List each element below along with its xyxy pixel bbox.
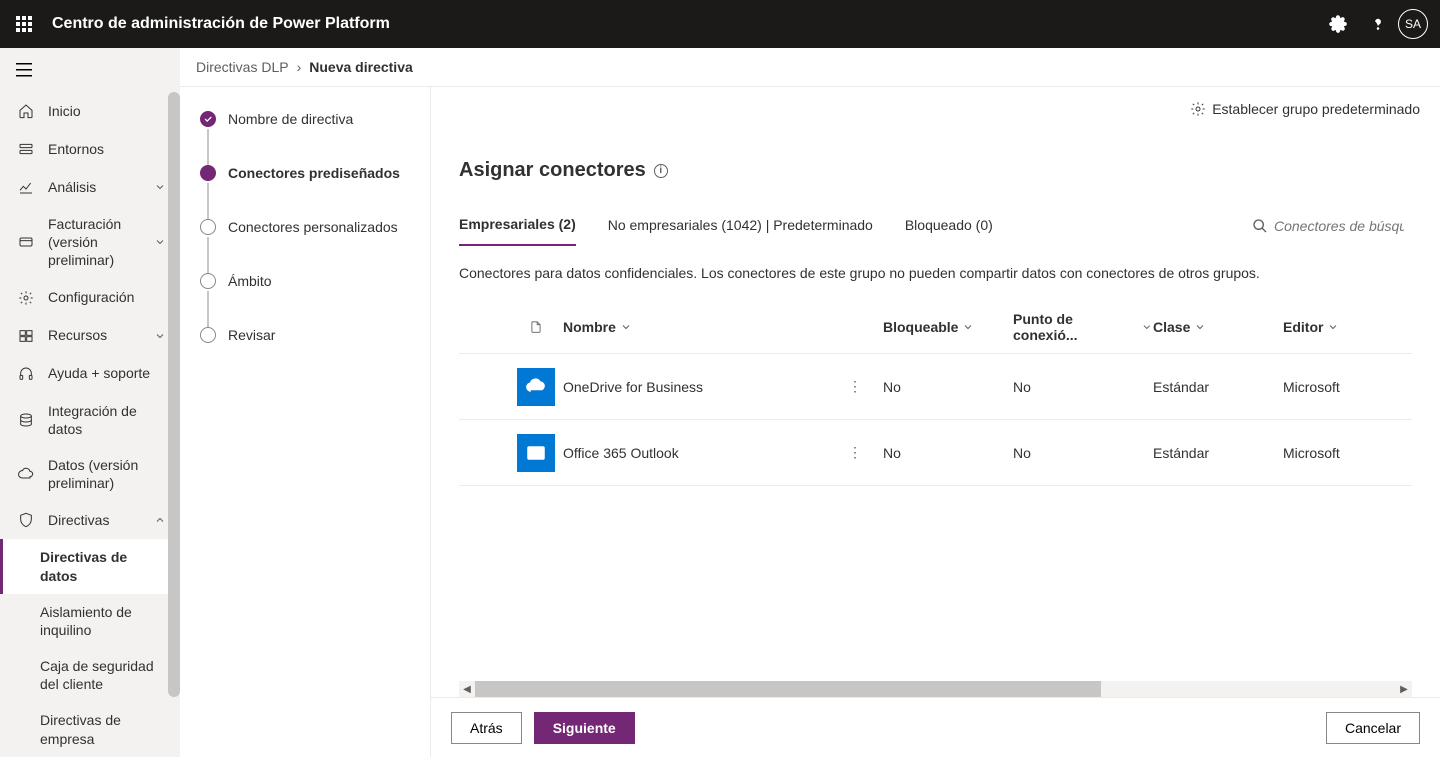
step-conectores-predisenados[interactable]: Conectores prediseñados <box>200 165 414 219</box>
back-button[interactable]: Atrás <box>451 712 522 744</box>
nav-directivas-empresa[interactable]: Directivas de empresa <box>0 702 180 756</box>
scroll-left-icon[interactable]: ◀ <box>459 681 475 697</box>
col-punto-conexion[interactable]: Punto de conexió... <box>1013 311 1153 343</box>
billing-icon <box>16 232 36 252</box>
nav-aislamiento[interactable]: Aislamiento de inquilino <box>0 594 180 648</box>
nav-directivas[interactable]: Directivas <box>0 501 180 539</box>
tab-bloqueado[interactable]: Bloqueado (0) <box>905 207 993 245</box>
search-icon <box>1252 218 1268 234</box>
nav-label: Recursos <box>48 326 154 344</box>
nav-label: Ayuda + soporte <box>48 364 168 382</box>
nav-label: Directivas <box>48 511 154 529</box>
onedrive-icon <box>517 368 555 406</box>
tab-description: Conectores para datos confidenciales. Lo… <box>459 265 1412 281</box>
nav-label: Aislamiento de inquilino <box>40 603 168 639</box>
main: Directivas DLP › Nueva directiva Nombre … <box>180 48 1440 757</box>
outlook-icon <box>517 434 555 472</box>
breadcrumb: Directivas DLP › Nueva directiva <box>180 48 1440 86</box>
nav-label: Directivas de empresa <box>40 711 168 747</box>
next-button[interactable]: Siguiente <box>534 712 635 744</box>
nav-recursos[interactable]: Recursos <box>0 317 180 355</box>
set-default-group-button[interactable]: Establecer grupo predeterminado <box>1190 101 1420 117</box>
page-title: Asignar conectores i <box>459 159 1412 182</box>
chevron-up-icon <box>154 513 168 527</box>
table-row[interactable]: Office 365 Outlook ⋮ No No Estándar Micr… <box>459 420 1412 486</box>
nav-inicio[interactable]: Inicio <box>0 92 180 130</box>
nav-label: Entornos <box>48 140 168 158</box>
nav-entornos[interactable]: Entornos <box>0 130 180 168</box>
breadcrumb-separator: › <box>297 59 302 75</box>
search-box[interactable] <box>1252 218 1412 235</box>
sidebar-scrollbar[interactable] <box>168 92 180 712</box>
nav-directivas-datos[interactable]: Directivas de datos <box>0 539 180 593</box>
home-icon <box>16 101 36 121</box>
gear-icon <box>1190 101 1206 117</box>
nav-label: Directivas de datos <box>40 548 168 584</box>
environments-icon <box>16 139 36 159</box>
shield-icon <box>16 510 36 530</box>
nav-facturacion[interactable]: Facturación (versión preliminar) <box>0 206 180 279</box>
breadcrumb-parent[interactable]: Directivas DLP <box>196 59 289 75</box>
toolbar: Establecer grupo predeterminado <box>431 87 1440 131</box>
tabs: Empresariales (2) No empresariales (1042… <box>459 206 1412 247</box>
resources-icon <box>16 326 36 346</box>
nav-label: Integración de datos <box>48 402 168 438</box>
nav-label: Configuración <box>48 288 168 306</box>
headset-icon <box>16 364 36 384</box>
nav-label: Datos (versión preliminar) <box>48 456 168 492</box>
data-icon <box>16 410 36 430</box>
settings-icon[interactable] <box>1318 4 1358 44</box>
stepper: Nombre de directiva Conectores prediseña… <box>180 87 430 757</box>
gear-icon <box>16 288 36 308</box>
step-conectores-personalizados[interactable]: Conectores personalizados <box>200 219 414 273</box>
col-nombre[interactable]: Nombre <box>563 319 843 335</box>
chevron-down-icon <box>154 235 168 249</box>
col-editor[interactable]: Editor <box>1283 319 1403 335</box>
search-input[interactable] <box>1274 218 1404 234</box>
col-bloqueable[interactable]: Bloqueable <box>883 319 1013 335</box>
nav-integracion[interactable]: Integración de datos <box>0 393 180 447</box>
chevron-down-icon <box>154 329 168 343</box>
tab-empresariales[interactable]: Empresariales (2) <box>459 206 576 246</box>
scroll-right-icon[interactable]: ▶ <box>1396 681 1412 697</box>
cancel-button[interactable]: Cancelar <box>1326 712 1420 744</box>
row-menu-icon[interactable]: ⋮ <box>843 441 867 465</box>
tab-no-empresariales[interactable]: No empresariales (1042) | Predeterminado <box>608 207 873 245</box>
info-icon[interactable]: i <box>654 164 668 178</box>
avatar[interactable]: SA <box>1398 9 1428 39</box>
content: Establecer grupo predeterminado Asignar … <box>430 87 1440 757</box>
waffle-icon[interactable] <box>12 12 36 36</box>
document-icon <box>529 319 543 335</box>
chevron-down-icon <box>154 180 168 194</box>
topbar: Centro de administración de Power Platfo… <box>0 0 1440 48</box>
table-row[interactable]: OneDrive for Business ⋮ No No Estándar M… <box>459 354 1412 420</box>
footer: Atrás Siguiente Cancelar <box>431 697 1440 757</box>
breadcrumb-current: Nueva directiva <box>309 59 413 75</box>
horizontal-scrollbar[interactable]: ◀ ▶ <box>459 681 1412 697</box>
nav-caja-seguridad[interactable]: Caja de seguridad del cliente <box>0 648 180 702</box>
help-icon[interactable] <box>1358 4 1398 44</box>
step-nombre[interactable]: Nombre de directiva <box>200 111 414 165</box>
col-clase[interactable]: Clase <box>1153 319 1283 335</box>
step-revisar[interactable]: Revisar <box>200 327 414 381</box>
row-menu-icon[interactable]: ⋮ <box>843 375 867 399</box>
app-title: Centro de administración de Power Platfo… <box>52 15 390 33</box>
nav-label: Facturación (versión preliminar) <box>48 215 154 270</box>
nav-label: Análisis <box>48 178 154 196</box>
nav-ayuda[interactable]: Ayuda + soporte <box>0 355 180 393</box>
cloud-icon <box>16 464 36 484</box>
nav-label: Caja de seguridad del cliente <box>40 657 168 693</box>
nav-label: Inicio <box>48 102 168 120</box>
nav-datos[interactable]: Datos (versión preliminar) <box>0 447 180 501</box>
hamburger-icon[interactable] <box>0 48 180 92</box>
step-ambito[interactable]: Ámbito <box>200 273 414 327</box>
nav-analisis[interactable]: Análisis <box>0 168 180 206</box>
connectors-table: Nombre Bloqueable Punto de conexió... Cl… <box>459 301 1412 486</box>
table-header: Nombre Bloqueable Punto de conexió... Cl… <box>459 301 1412 354</box>
sidebar: Inicio Entornos Análisis Facturación (ve… <box>0 48 180 757</box>
nav-configuracion[interactable]: Configuración <box>0 279 180 317</box>
chart-icon <box>16 177 36 197</box>
